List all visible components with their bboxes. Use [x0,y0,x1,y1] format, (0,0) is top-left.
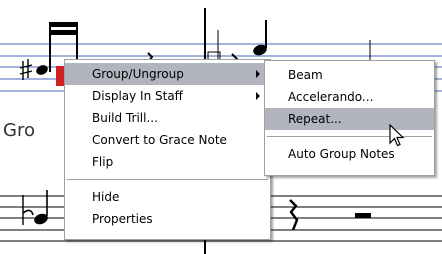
menu-item-convert-to-grace-note[interactable]: Convert to Grace Note [65,129,270,151]
menu-item-label: Flip [92,155,114,169]
mouse-pointer-icon [389,124,405,147]
menu-item-label: Group/Ungroup [92,67,184,81]
menu-item-label: Repeat... [288,112,342,126]
submenu-item-accelerando[interactable]: Accelerando... [265,86,434,108]
menu-item-hide[interactable]: Hide [65,186,270,208]
menu-item-flip[interactable]: Flip [65,151,270,173]
submenu-arrow-icon [256,70,260,78]
submenu-item-beam[interactable]: Beam [265,64,434,86]
menu-item-label: Build Trill... [92,111,158,125]
submenu-item-auto-group-notes[interactable]: Auto Group Notes [265,143,434,165]
menu-item-display-in-staff[interactable]: Display In Staff [65,85,270,107]
menu-separator [67,179,268,180]
sharp-sign [19,59,33,80]
menu-item-properties[interactable]: Properties [65,208,270,230]
menu-item-label: Properties [92,212,153,226]
menu-item-label: Accelerando... [288,90,374,104]
menu-item-build-trill[interactable]: Build Trill... [65,107,270,129]
menu-item-label: Display In Staff [92,89,183,103]
menu-item-label: Beam [288,68,323,82]
staff-text-fragment: Gro [3,120,35,141]
submenu-arrow-icon [256,92,260,100]
menu-separator [267,136,432,137]
group-submenu: Beam Accelerando... Repeat... Auto Group… [264,60,435,176]
menu-item-label: Hide [92,190,120,204]
menu-item-label: Auto Group Notes [288,147,395,161]
context-menu: Group/Ungroup Display In Staff Build Tri… [64,59,271,240]
menu-item-group-ungroup[interactable]: Group/Ungroup [65,63,270,85]
menu-item-label: Convert to Grace Note [92,133,227,147]
submenu-item-repeat[interactable]: Repeat... [265,108,434,130]
